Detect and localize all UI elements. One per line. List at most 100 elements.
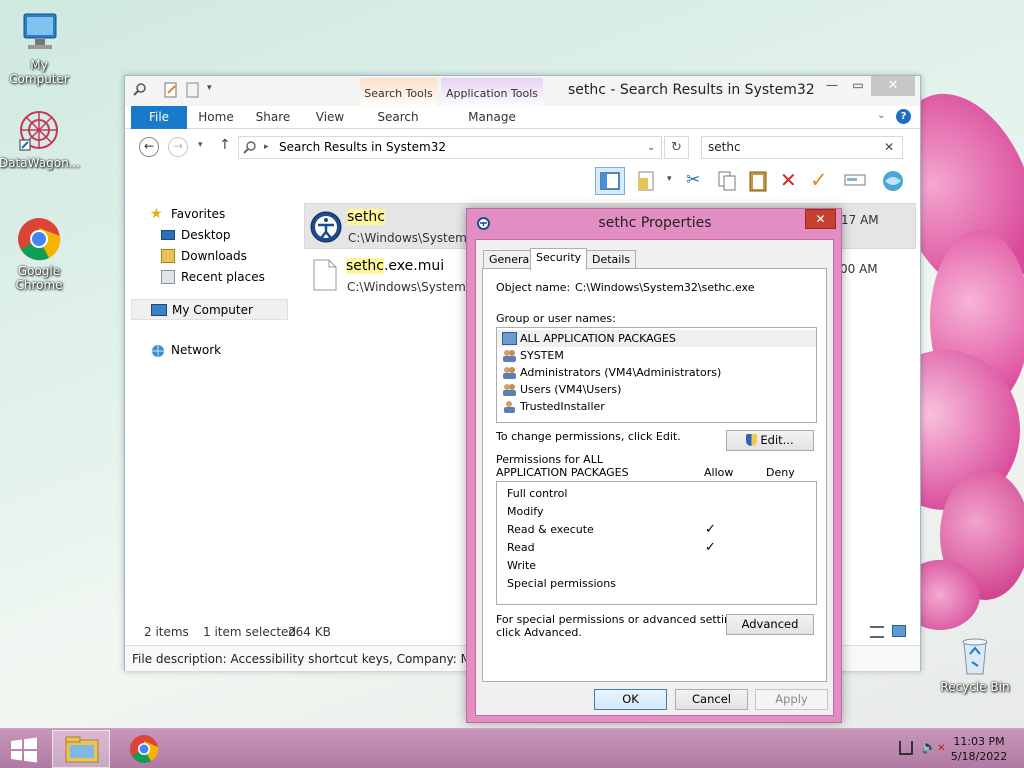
ok-button[interactable]: OK: [594, 689, 667, 710]
clear-search-icon[interactable]: ✕: [884, 137, 894, 158]
minimize-button[interactable]: —: [819, 76, 845, 96]
search-input[interactable]: sethc ✕: [701, 136, 903, 159]
clock[interactable]: 11:03 PM 5/18/2022: [946, 734, 1012, 764]
selection-size: 264 KB: [288, 625, 331, 639]
clock-date: 5/18/2022: [950, 750, 1008, 763]
address-bar[interactable]: ▸ Search Results in System32 ⌄: [238, 136, 662, 159]
file-path: C:\Windows\System32: [347, 280, 482, 294]
list-item[interactable]: ALL APPLICATION PACKAGES: [497, 330, 816, 347]
security-panel: Object name: C:\Windows\System32\sethc.e…: [482, 268, 827, 682]
tab-security[interactable]: Security: [530, 248, 588, 270]
nav-recent-places[interactable]: Recent places: [131, 267, 289, 288]
taskbar-chrome-button[interactable]: [128, 733, 160, 768]
table-row: Write: [507, 559, 537, 572]
downloads-icon: [161, 249, 175, 263]
tab-share[interactable]: Share: [247, 106, 299, 129]
close-button[interactable]: ✕: [871, 76, 915, 96]
file-name: sethc: [347, 209, 385, 225]
tab-file[interactable]: File: [131, 106, 187, 129]
special-permissions-text: For special permissions or advanced sett…: [496, 613, 748, 639]
file-time: 17 AM: [841, 213, 879, 227]
user-list[interactable]: ALL APPLICATION PACKAGES SYSTEM Administ…: [496, 327, 817, 423]
desktop-icon-label: Recycle Bin: [940, 680, 1010, 694]
desktop-icon-recycle-bin[interactable]: Recycle Bin: [935, 632, 1015, 694]
table-row: Read ✓: [507, 540, 716, 555]
ribbon-tabs: File Home Share View Search Manage ⌄ ?: [125, 106, 920, 129]
list-item[interactable]: TrustedInstaller: [497, 398, 816, 415]
ribbon-expand-icon[interactable]: ⌄: [877, 110, 885, 121]
tab-details[interactable]: Details: [586, 250, 637, 269]
large-icons-view-icon[interactable]: [892, 625, 906, 637]
explorer-titlebar: ▾ Search Tools Application Tools sethc -…: [125, 76, 920, 129]
selection-count: 1 item selected: [203, 625, 297, 639]
recent-locations-icon[interactable]: ▾: [198, 140, 203, 150]
edit-button[interactable]: Edit...: [726, 430, 814, 451]
shell-globe-icon[interactable]: [881, 169, 905, 196]
toolbar: ▾ ✂ ✕ ✓: [125, 166, 920, 198]
properties-dialog: sethc Properties ✕ General Security Deta…: [466, 208, 842, 723]
paste-icon[interactable]: [747, 169, 769, 196]
desktop-icon-chrome[interactable]: Google Chrome: [0, 216, 79, 292]
uac-shield-icon: [746, 434, 758, 446]
up-button[interactable]: ↑: [219, 137, 231, 153]
desktop-icon-my-computer[interactable]: My Computer: [0, 10, 79, 86]
rename-icon[interactable]: ✓: [810, 168, 828, 192]
table-row: Modify: [507, 505, 544, 518]
nav-network[interactable]: Network: [131, 340, 289, 361]
object-name-value: C:\Windows\System32\sethc.exe: [575, 281, 755, 294]
list-item[interactable]: Users (VM4\Users): [497, 381, 816, 398]
recycle-bin-icon: [952, 632, 998, 678]
advanced-button[interactable]: Advanced: [726, 614, 814, 635]
permissions-list[interactable]: Full control Modify Read & execute ✓ Read…: [496, 481, 817, 605]
cut-icon[interactable]: ✂: [686, 170, 700, 190]
address-dropdown-icon[interactable]: ⌄: [647, 137, 655, 158]
file-icon: [312, 259, 338, 294]
table-row: Read & execute ✓: [507, 522, 716, 537]
quick-access-dropdown-icon[interactable]: ▾: [207, 83, 212, 93]
file-time: 00 AM: [840, 262, 878, 276]
tab-search[interactable]: Search: [363, 106, 433, 129]
refresh-button[interactable]: ↻: [664, 136, 689, 159]
preview-pane-icon[interactable]: [595, 167, 625, 195]
star-icon: ★: [150, 206, 163, 222]
new-folder-quick-icon[interactable]: [185, 82, 201, 98]
properties-quick-icon[interactable]: [163, 82, 179, 98]
list-item[interactable]: SYSTEM: [497, 347, 816, 364]
recent-places-icon: [161, 270, 175, 284]
item-count: 2 items: [144, 625, 189, 639]
cancel-button[interactable]: Cancel: [675, 689, 748, 710]
nav-my-computer[interactable]: My Computer: [131, 299, 288, 320]
volume-muted-icon[interactable]: 🔈✕: [921, 740, 946, 755]
dialog-close-button[interactable]: ✕: [805, 209, 836, 229]
desktop-icon-label: DataWagon...: [0, 156, 81, 170]
tab-manage[interactable]: Manage: [447, 106, 537, 129]
start-button[interactable]: [10, 737, 38, 763]
network-tray-icon[interactable]: [899, 741, 913, 755]
rename-box-icon[interactable]: [844, 173, 866, 190]
toolbar-dropdown-icon[interactable]: ▾: [667, 174, 672, 184]
tab-view[interactable]: View: [305, 106, 355, 129]
help-icon[interactable]: ?: [896, 109, 911, 124]
properties-icon[interactable]: [635, 170, 657, 195]
breadcrumb[interactable]: Search Results in System32: [279, 137, 446, 158]
list-item[interactable]: Administrators (VM4\Administrators): [497, 364, 816, 381]
window-title: sethc - Search Results in System32: [568, 82, 815, 98]
maximize-button[interactable]: ▭: [845, 76, 871, 96]
nav-desktop[interactable]: Desktop: [131, 225, 289, 246]
apply-button[interactable]: Apply: [755, 689, 828, 710]
nav-favorites[interactable]: ★ Favorites: [131, 204, 289, 225]
tab-home[interactable]: Home: [191, 106, 241, 129]
desktop-icon-datawagon[interactable]: DataWagon...: [0, 108, 81, 170]
computer-icon: [151, 304, 167, 316]
dialog-body: General Security Details Object name: C:…: [475, 239, 834, 716]
desktop-icon: [161, 230, 175, 240]
back-button[interactable]: ←: [139, 137, 159, 157]
clock-time: 11:03 PM: [953, 735, 1005, 748]
taskbar-explorer-button[interactable]: [52, 730, 110, 768]
nav-downloads[interactable]: Downloads: [131, 246, 289, 267]
copy-icon[interactable]: [716, 170, 738, 195]
forward-button[interactable]: →: [168, 137, 188, 157]
delete-icon[interactable]: ✕: [780, 168, 797, 192]
details-view-icon[interactable]: [870, 626, 884, 638]
navigation-pane: ★ Favorites Desktop Downloads Recent pla…: [131, 204, 289, 361]
